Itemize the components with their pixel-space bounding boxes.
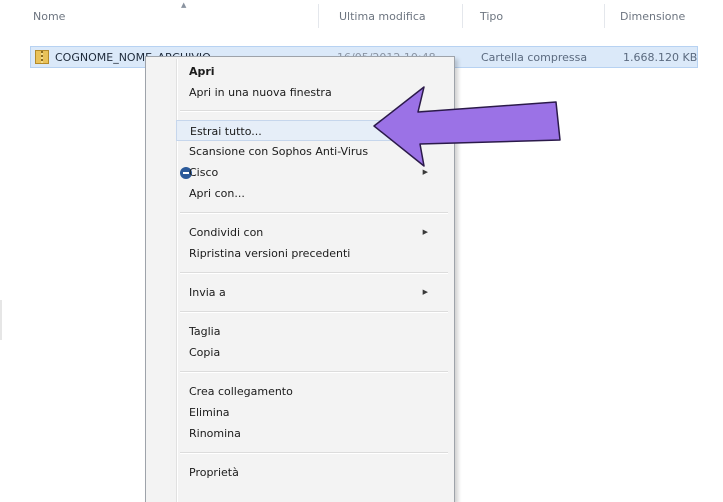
menu-item-copia[interactable]: Copia xyxy=(174,342,452,363)
menu-item-label: Proprietà xyxy=(189,466,239,479)
menu-separator xyxy=(180,272,448,274)
file-type: Cartella compressa xyxy=(481,51,588,64)
zip-folder-icon xyxy=(35,50,49,64)
menu-item-label: Cisco xyxy=(189,166,219,179)
menu-separator xyxy=(180,452,448,454)
sort-caret-icon: ▲ xyxy=(181,1,187,9)
menu-item-label: Crea collegamento xyxy=(189,385,293,398)
menu-item-label: Elimina xyxy=(189,406,230,419)
annotation-arrow-icon xyxy=(373,86,561,167)
column-header-type[interactable]: Tipo xyxy=(480,10,503,23)
column-divider[interactable] xyxy=(604,4,605,28)
menu-separator xyxy=(180,212,448,214)
menu-item-taglia[interactable]: Taglia xyxy=(174,321,452,342)
menu-item-label: Scansione con Sophos Anti-Virus xyxy=(189,145,369,158)
menu-separator xyxy=(180,311,448,313)
menu-item-label: Rinomina xyxy=(189,427,241,440)
file-size: 1.668.120 KB xyxy=(623,51,698,64)
window-edge xyxy=(0,300,2,340)
submenu-arrow-icon: ▶ xyxy=(422,288,428,296)
menu-item-label: Estrai tutto... xyxy=(190,125,262,138)
menu-item-apri[interactable]: Apri xyxy=(174,61,452,82)
menu-item-label: Ripristina versioni precedenti xyxy=(189,247,351,260)
menu-item-label: Apri in una nuova finestra xyxy=(189,86,332,99)
menu-item-apri-con[interactable]: Apri con... xyxy=(174,183,452,204)
menu-item-label: Apri xyxy=(189,65,215,78)
menu-item-label: Apri con... xyxy=(189,187,245,200)
column-header-bar: ▲ Nome Ultima modifica Tipo Dimensione xyxy=(0,0,723,38)
menu-separator xyxy=(180,371,448,373)
menu-item-label: Taglia xyxy=(189,325,221,338)
menu-item-elimina[interactable]: Elimina xyxy=(174,402,452,423)
menu-item-condividi-con[interactable]: Condividi con ▶ xyxy=(174,222,452,243)
column-header-size[interactable]: Dimensione xyxy=(620,10,685,23)
column-divider[interactable] xyxy=(318,4,319,28)
menu-item-rinomina[interactable]: Rinomina xyxy=(174,423,452,444)
menu-item-invia-a[interactable]: Invia a ▶ xyxy=(174,282,452,303)
menu-item-ripristina-versioni[interactable]: Ripristina versioni precedenti xyxy=(174,243,452,264)
column-header-name[interactable]: Nome xyxy=(33,10,65,23)
menu-item-label: Copia xyxy=(189,346,221,359)
menu-item-crea-collegamento[interactable]: Crea collegamento xyxy=(174,381,452,402)
menu-item-proprieta[interactable]: Proprietà xyxy=(174,462,452,483)
submenu-arrow-icon: ▶ xyxy=(422,228,428,236)
column-header-modified[interactable]: Ultima modifica xyxy=(339,10,426,23)
menu-item-label: Condividi con xyxy=(189,226,264,239)
column-divider[interactable] xyxy=(462,4,463,28)
menu-item-label: Invia a xyxy=(189,286,226,299)
